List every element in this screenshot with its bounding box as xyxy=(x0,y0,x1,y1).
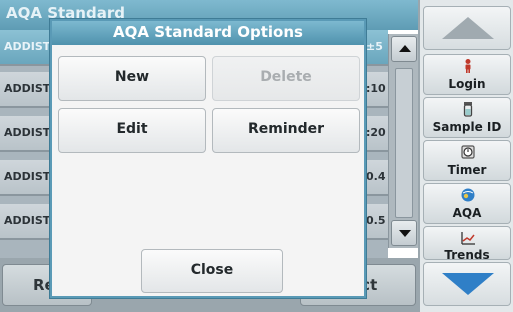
screen: AQA Standard ADDIST ±5 ADDIST :10 ADDIST… xyxy=(0,0,513,312)
scroll-down-button[interactable] xyxy=(391,220,417,246)
sample-id-button[interactable]: Sample ID xyxy=(423,97,511,138)
sample-id-label: Sample ID xyxy=(432,120,502,134)
arrow-down-icon xyxy=(399,230,411,237)
login-button[interactable]: Login xyxy=(423,54,511,95)
sample-vial-icon xyxy=(463,102,473,117)
new-button[interactable]: New xyxy=(58,56,206,101)
aqa-label: AQA xyxy=(452,206,482,220)
sidebar-scroll-down-button[interactable] xyxy=(423,262,511,306)
list-scrollbar[interactable] xyxy=(388,34,418,248)
sidebar: Login Sample ID Timer AQA Trends xyxy=(418,0,513,312)
list-item-value: ±5 xyxy=(366,40,383,53)
scroll-up-button[interactable] xyxy=(391,36,417,62)
sidebar-scroll-up-button[interactable] xyxy=(423,6,511,50)
arrow-up-icon xyxy=(399,45,411,52)
list-item-value: 0.4 xyxy=(366,170,386,183)
triangle-down-icon xyxy=(442,273,494,295)
dialog-title: AQA Standard Options xyxy=(52,21,364,45)
list-item-name: ADDIST xyxy=(4,126,51,139)
trends-button[interactable]: Trends xyxy=(423,226,511,262)
scroll-thumb[interactable] xyxy=(395,68,413,218)
list-item-name: ADDIST xyxy=(4,82,51,95)
list-item-name: ADDIST xyxy=(4,40,51,53)
timer-button[interactable]: Timer xyxy=(423,140,511,181)
timer-icon xyxy=(461,145,475,159)
options-dialog: AQA Standard Options New Delete Edit Rem… xyxy=(50,19,366,298)
login-label: Login xyxy=(448,77,486,91)
delete-button[interactable]: Delete xyxy=(212,56,360,101)
list-item-value: :10 xyxy=(366,82,386,95)
reminder-button[interactable]: Reminder xyxy=(212,108,360,153)
trends-label: Trends xyxy=(444,248,490,262)
person-icon xyxy=(465,59,471,73)
close-button[interactable]: Close xyxy=(141,249,283,293)
aqa-button[interactable]: AQA xyxy=(423,183,511,224)
list-item-name: ADDIST xyxy=(4,214,51,227)
edit-button[interactable]: Edit xyxy=(58,108,206,153)
trend-chart-icon xyxy=(461,232,475,245)
list-item-value: 0.5 xyxy=(366,214,386,227)
list-item-value: :20 xyxy=(366,126,386,139)
aqa-globe-icon xyxy=(461,188,475,202)
triangle-up-icon xyxy=(442,17,494,39)
timer-label: Timer xyxy=(447,163,487,177)
list-item-name: ADDIST xyxy=(4,170,51,183)
